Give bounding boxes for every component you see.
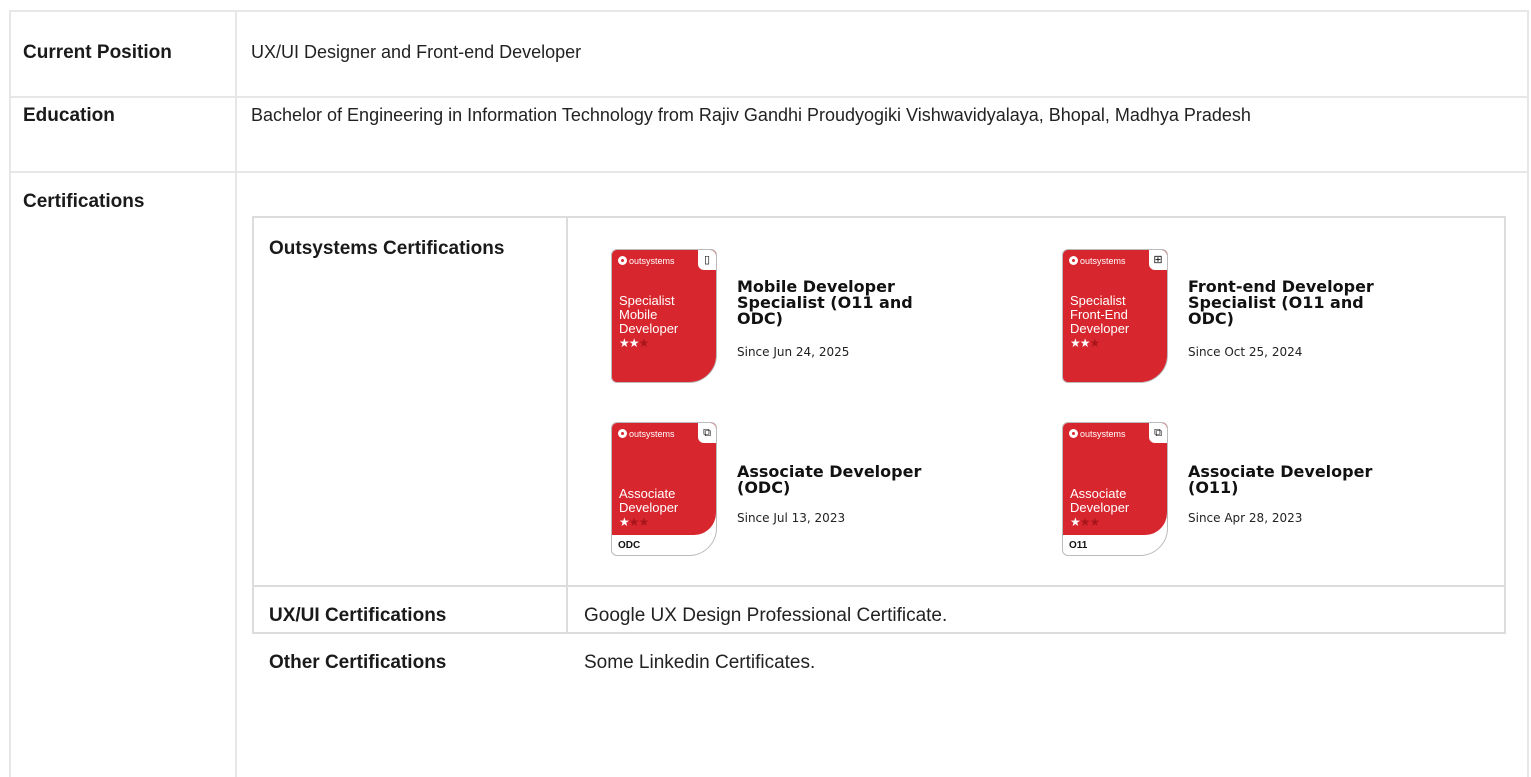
outsystems-logo-icon: outsystems — [1069, 256, 1126, 266]
badge-track: Mobile — [619, 307, 658, 322]
row-divider — [9, 171, 1529, 173]
certifications-label: Certifications — [23, 191, 145, 212]
mobile-icon: ▯ — [698, 250, 716, 270]
badge-title: Associate Developer (O11) — [1188, 462, 1373, 497]
code-box-icon: ⧉ — [1149, 423, 1167, 443]
star-rating-icon: ★★★ — [1070, 336, 1100, 350]
badge-track: Front-End — [1070, 307, 1128, 322]
cert-row-divider — [252, 585, 1506, 587]
education-value: Bachelor of Engineering in Information T… — [251, 105, 1251, 125]
uxui-cert-label: UX/UI Certifications — [269, 605, 447, 626]
outsystems-logo-icon: outsystems — [1069, 429, 1126, 439]
associate-developer-odc-badge: outsystems ⧉ Associate Developer ★★★ ODC — [611, 422, 717, 558]
mobile-developer-badge: outsystems ▯ Specialist Mobile Developer… — [611, 249, 717, 385]
code-box-icon: ⧉ — [698, 423, 716, 443]
current-position-label: Current Position — [23, 42, 172, 63]
badge-track: Associate — [1070, 486, 1127, 501]
badge-role: Developer — [619, 321, 679, 336]
badge-level: Specialist — [1070, 293, 1126, 308]
badge-platform: ODC — [618, 540, 641, 551]
outsystems-logo-icon: outsystems — [618, 256, 675, 266]
column-divider — [235, 10, 237, 777]
badge-track: Associate — [619, 486, 676, 501]
star-rating-icon: ★★★ — [619, 515, 649, 529]
other-cert-value: Some Linkedin Certificates. — [584, 652, 816, 673]
other-cert-label: Other Certifications — [269, 652, 447, 673]
star-rating-icon: ★★★ — [1070, 515, 1100, 529]
badge-title: Associate Developer (ODC) — [737, 462, 922, 497]
outsystems-logo-icon: outsystems — [618, 429, 675, 439]
row-divider — [9, 96, 1529, 98]
badge-level: Specialist — [619, 293, 675, 308]
star-rating-icon: ★★★ — [619, 336, 649, 350]
badge-since: Since Jul 13, 2023 — [737, 511, 846, 525]
outsystems-cert-label: Outsystems Certifications — [269, 238, 505, 259]
cert-row-divider — [252, 632, 1506, 634]
uxui-cert-value: Google UX Design Professional Certificat… — [584, 605, 948, 626]
badge-since: Since Apr 28, 2023 — [1188, 511, 1303, 525]
associate-developer-o11-badge: outsystems ⧉ Associate Developer ★★★ O11 — [1062, 422, 1168, 558]
badge-title: Front-end Developer Specialist (O11 and … — [1188, 277, 1374, 328]
badge-since: Since Oct 25, 2024 — [1188, 345, 1303, 359]
badge-title: Mobile Developer Specialist (O11 and ODC… — [737, 277, 913, 328]
badge-role: Developer — [619, 500, 679, 515]
badge-platform: O11 — [1069, 540, 1088, 551]
badge-role: Developer — [1070, 500, 1130, 515]
education-label: Education — [23, 105, 115, 126]
front-end-developer-badge: outsystems ⊞ Specialist Front-End Develo… — [1062, 249, 1168, 385]
badge-role: Developer — [1070, 321, 1130, 336]
layout-icon: ⊞ — [1149, 250, 1167, 270]
current-position-value: UX/UI Designer and Front-end Developer — [251, 42, 582, 62]
cert-column-divider — [566, 216, 568, 634]
badge-since: Since Jun 24, 2025 — [737, 345, 850, 359]
